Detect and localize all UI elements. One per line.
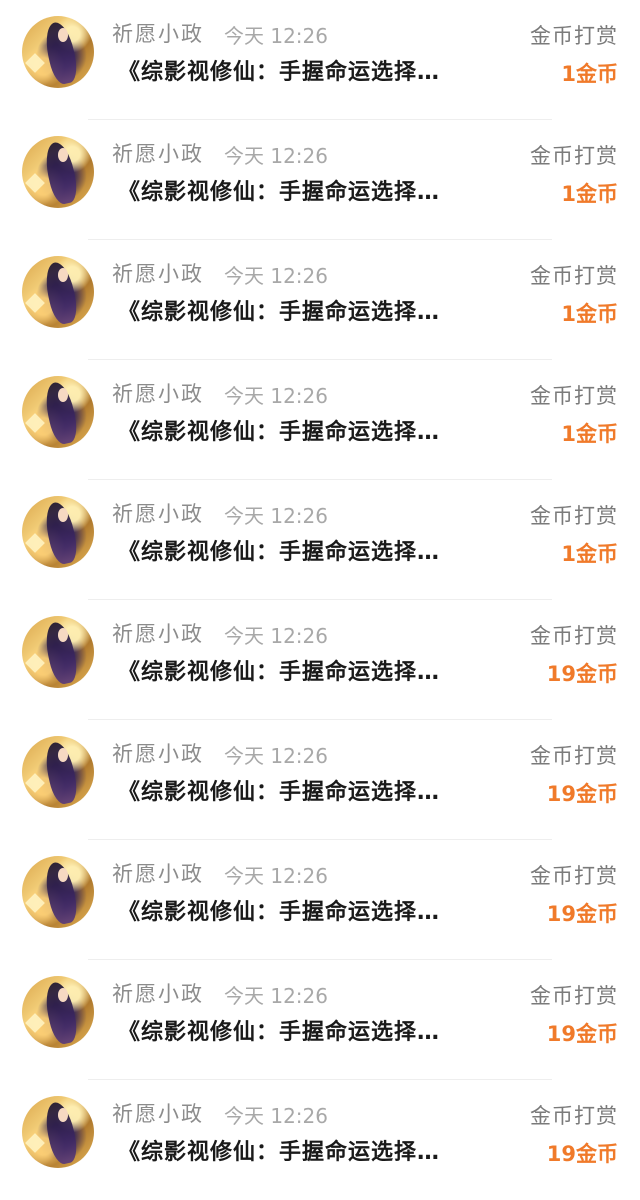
reward-type-label: 金币打赏 xyxy=(530,144,618,168)
username[interactable]: 祈愿小政 xyxy=(112,18,204,48)
timestamp: 今天 12:26 xyxy=(224,504,328,528)
reward-amount: 19金币 xyxy=(546,902,618,926)
reward-amount: 1金币 xyxy=(561,62,618,86)
avatar[interactable] xyxy=(22,16,94,88)
reward-type-label: 金币打赏 xyxy=(530,24,618,48)
book-title[interactable]: 《综影视修仙：手握命运选择… xyxy=(118,174,502,206)
avatar[interactable] xyxy=(22,616,94,688)
reward-type-label: 金币打赏 xyxy=(530,864,618,888)
book-title[interactable]: 《综影视修仙：手握命运选择… xyxy=(118,1014,502,1046)
avatar[interactable] xyxy=(22,256,94,328)
timestamp: 今天 12:26 xyxy=(224,984,328,1008)
reward-record-list: 祈愿小政 今天 12:26 《综影视修仙：手握命运选择… 金币打赏 1金币 祈愿… xyxy=(0,0,640,1190)
username[interactable]: 祈愿小政 xyxy=(112,498,204,528)
timestamp: 今天 12:26 xyxy=(224,144,328,168)
username[interactable]: 祈愿小政 xyxy=(112,978,204,1008)
username[interactable]: 祈愿小政 xyxy=(112,138,204,168)
timestamp: 今天 12:26 xyxy=(224,1104,328,1128)
list-item[interactable]: 祈愿小政 今天 12:26 《综影视修仙：手握命运选择… 金币打赏 19金币 xyxy=(0,840,640,960)
reward-amount: 1金币 xyxy=(561,542,618,566)
avatar[interactable] xyxy=(22,856,94,928)
book-title[interactable]: 《综影视修仙：手握命运选择… xyxy=(118,654,502,686)
book-title[interactable]: 《综影视修仙：手握命运选择… xyxy=(118,414,502,446)
timestamp: 今天 12:26 xyxy=(224,264,328,288)
list-item[interactable]: 祈愿小政 今天 12:26 《综影视修仙：手握命运选择… 金币打赏 19金币 xyxy=(0,600,640,720)
reward-amount: 19金币 xyxy=(546,782,618,806)
reward-amount: 1金币 xyxy=(561,182,618,206)
username[interactable]: 祈愿小政 xyxy=(112,378,204,408)
reward-type-label: 金币打赏 xyxy=(530,624,618,648)
reward-amount: 19金币 xyxy=(546,1022,618,1046)
book-title[interactable]: 《综影视修仙：手握命运选择… xyxy=(118,1134,502,1166)
avatar[interactable] xyxy=(22,136,94,208)
avatar[interactable] xyxy=(22,376,94,448)
book-title[interactable]: 《综影视修仙：手握命运选择… xyxy=(118,894,502,926)
book-title[interactable]: 《综影视修仙：手握命运选择… xyxy=(118,534,502,566)
reward-type-label: 金币打赏 xyxy=(530,504,618,528)
avatar[interactable] xyxy=(22,976,94,1048)
username[interactable]: 祈愿小政 xyxy=(112,1098,204,1128)
list-item[interactable]: 祈愿小政 今天 12:26 《综影视修仙：手握命运选择… 金币打赏 1金币 xyxy=(0,120,640,240)
reward-amount: 19金币 xyxy=(546,1142,618,1166)
reward-amount: 19金币 xyxy=(546,662,618,686)
timestamp: 今天 12:26 xyxy=(224,384,328,408)
book-title[interactable]: 《综影视修仙：手握命运选择… xyxy=(118,774,502,806)
reward-type-label: 金币打赏 xyxy=(530,264,618,288)
timestamp: 今天 12:26 xyxy=(224,744,328,768)
timestamp: 今天 12:26 xyxy=(224,24,328,48)
reward-type-label: 金币打赏 xyxy=(530,744,618,768)
book-title[interactable]: 《综影视修仙：手握命运选择… xyxy=(118,54,502,86)
book-title[interactable]: 《综影视修仙：手握命运选择… xyxy=(118,294,502,326)
list-item[interactable]: 祈愿小政 今天 12:26 《综影视修仙：手握命运选择… 金币打赏 1金币 xyxy=(0,480,640,600)
reward-type-label: 金币打赏 xyxy=(530,384,618,408)
reward-type-label: 金币打赏 xyxy=(530,984,618,1008)
username[interactable]: 祈愿小政 xyxy=(112,858,204,888)
list-item[interactable]: 祈愿小政 今天 12:26 《综影视修仙：手握命运选择… 金币打赏 1金币 xyxy=(0,240,640,360)
reward-amount: 1金币 xyxy=(561,422,618,446)
username[interactable]: 祈愿小政 xyxy=(112,258,204,288)
list-item[interactable]: 祈愿小政 今天 12:26 《综影视修仙：手握命运选择… 金币打赏 19金币 xyxy=(0,720,640,840)
timestamp: 今天 12:26 xyxy=(224,864,328,888)
list-item[interactable]: 祈愿小政 今天 12:26 《综影视修仙：手握命运选择… 金币打赏 19金币 xyxy=(0,1080,640,1200)
list-item[interactable]: 祈愿小政 今天 12:26 《综影视修仙：手握命运选择… 金币打赏 19金币 xyxy=(0,960,640,1080)
list-item[interactable]: 祈愿小政 今天 12:26 《综影视修仙：手握命运选择… 金币打赏 1金币 xyxy=(0,360,640,480)
list-item[interactable]: 祈愿小政 今天 12:26 《综影视修仙：手握命运选择… 金币打赏 1金币 xyxy=(0,0,640,120)
reward-amount: 1金币 xyxy=(561,302,618,326)
avatar[interactable] xyxy=(22,496,94,568)
username[interactable]: 祈愿小政 xyxy=(112,618,204,648)
avatar[interactable] xyxy=(22,1096,94,1168)
avatar[interactable] xyxy=(22,736,94,808)
timestamp: 今天 12:26 xyxy=(224,624,328,648)
username[interactable]: 祈愿小政 xyxy=(112,738,204,768)
reward-type-label: 金币打赏 xyxy=(530,1104,618,1128)
